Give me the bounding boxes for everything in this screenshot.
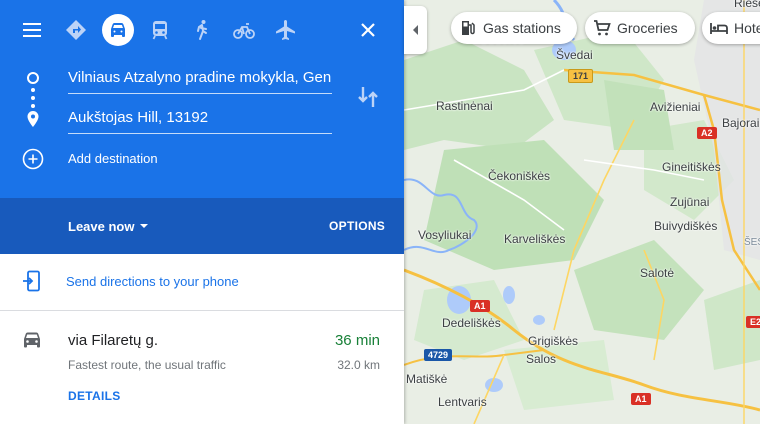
cart-icon	[594, 20, 611, 36]
car-icon	[24, 332, 40, 348]
route-via-label: via Filaretų g.	[68, 332, 159, 349]
chip-gas-stations[interactable]: Gas stations	[451, 12, 577, 44]
map-place-label[interactable]: Matiškė	[406, 372, 447, 386]
directions-panel: Vilniaus Atzalyno pradine mokykla, Gen A…	[0, 0, 404, 424]
map-place-label[interactable]: Rastinėnai	[436, 99, 493, 113]
map-place-label[interactable]: Grigiškės	[528, 334, 578, 348]
driving-mode-icon[interactable]	[102, 14, 134, 46]
walking-mode-icon[interactable]	[186, 14, 218, 46]
map-place-label[interactable]: Zujūnai	[670, 195, 709, 209]
leave-now-dropdown[interactable]: Leave now	[68, 219, 134, 234]
map-place-label[interactable]: Gineitiškės	[662, 160, 721, 174]
best-route-icon[interactable]	[60, 14, 92, 46]
destination-input[interactable]: Aukštojas Hill, 13192	[68, 106, 332, 134]
road-shield: 4729	[424, 349, 453, 361]
map-place-label[interactable]: Buivydiškės	[654, 219, 717, 233]
flights-mode-icon[interactable]	[270, 14, 302, 46]
chevron-down-icon[interactable]	[140, 224, 148, 228]
map-place-label[interactable]: Čekoniškės	[488, 169, 550, 183]
road-shield: E2	[746, 316, 760, 328]
map-place-label[interactable]: Švedai	[556, 48, 593, 62]
road-shield: A1	[631, 393, 651, 405]
menu-icon[interactable]	[16, 14, 48, 46]
gas-station-icon	[462, 21, 475, 35]
origin-marker-icon	[27, 72, 39, 84]
map-place-label[interactable]: Bajorai	[722, 116, 759, 130]
map-place-label[interactable]: Avižieniai	[650, 100, 700, 114]
chip-label: Hote	[734, 20, 760, 36]
options-button[interactable]: OPTIONS	[329, 219, 385, 233]
route-distance: 32.0 km	[337, 358, 380, 372]
close-icon[interactable]	[352, 14, 384, 46]
map-place-label[interactable]: Salotė	[640, 266, 674, 280]
add-destination-button[interactable]: Add destination	[68, 151, 158, 166]
swap-route-icon[interactable]	[356, 84, 380, 110]
road-shield: A2	[697, 127, 717, 139]
destination-pin-icon	[27, 111, 39, 127]
transit-mode-icon[interactable]	[144, 14, 176, 46]
map-view[interactable]: Sudervė Švedai Rastinėnai Avižieniai Baj…	[404, 0, 760, 424]
map-place-label[interactable]: Karveliškės	[504, 232, 565, 246]
map-place-label[interactable]: ŠES	[744, 237, 760, 248]
origin-input[interactable]: Vilniaus Atzalyno pradine mokykla, Gen	[68, 66, 332, 94]
map-place-label[interactable]: Dedeliškės	[442, 316, 501, 330]
travel-mode-bar	[0, 0, 404, 60]
add-destination-icon[interactable]	[22, 148, 44, 170]
chevron-left-icon[interactable]	[413, 25, 418, 35]
route-description: Fastest route, the usual traffic	[68, 358, 226, 372]
route-duration: 36 min	[334, 332, 380, 349]
details-button[interactable]: DETAILS	[68, 389, 121, 403]
road-shield: A1	[470, 300, 490, 312]
map-canvas[interactable]	[404, 0, 760, 424]
chip-label: Groceries	[617, 20, 678, 36]
send-directions-link[interactable]: Send directions to your phone	[66, 274, 239, 289]
hotel-bed-icon	[710, 23, 728, 34]
chip-hotels[interactable]: Hote	[702, 12, 760, 44]
map-place-label[interactable]: Lentvaris	[438, 395, 487, 409]
send-to-phone-icon[interactable]	[22, 270, 42, 292]
road-shield: 171	[568, 69, 594, 83]
map-place-label[interactable]: Salos	[526, 352, 556, 366]
chip-label: Gas stations	[483, 20, 561, 36]
chip-groceries[interactable]: Groceries	[585, 12, 695, 44]
map-place-label[interactable]: Vosyliukai	[418, 228, 471, 242]
collapse-panel-button[interactable]	[404, 6, 427, 54]
cycling-mode-icon[interactable]	[228, 14, 260, 46]
route-dots-icon	[31, 88, 35, 108]
map-place-label[interactable]: Riese	[734, 0, 760, 10]
